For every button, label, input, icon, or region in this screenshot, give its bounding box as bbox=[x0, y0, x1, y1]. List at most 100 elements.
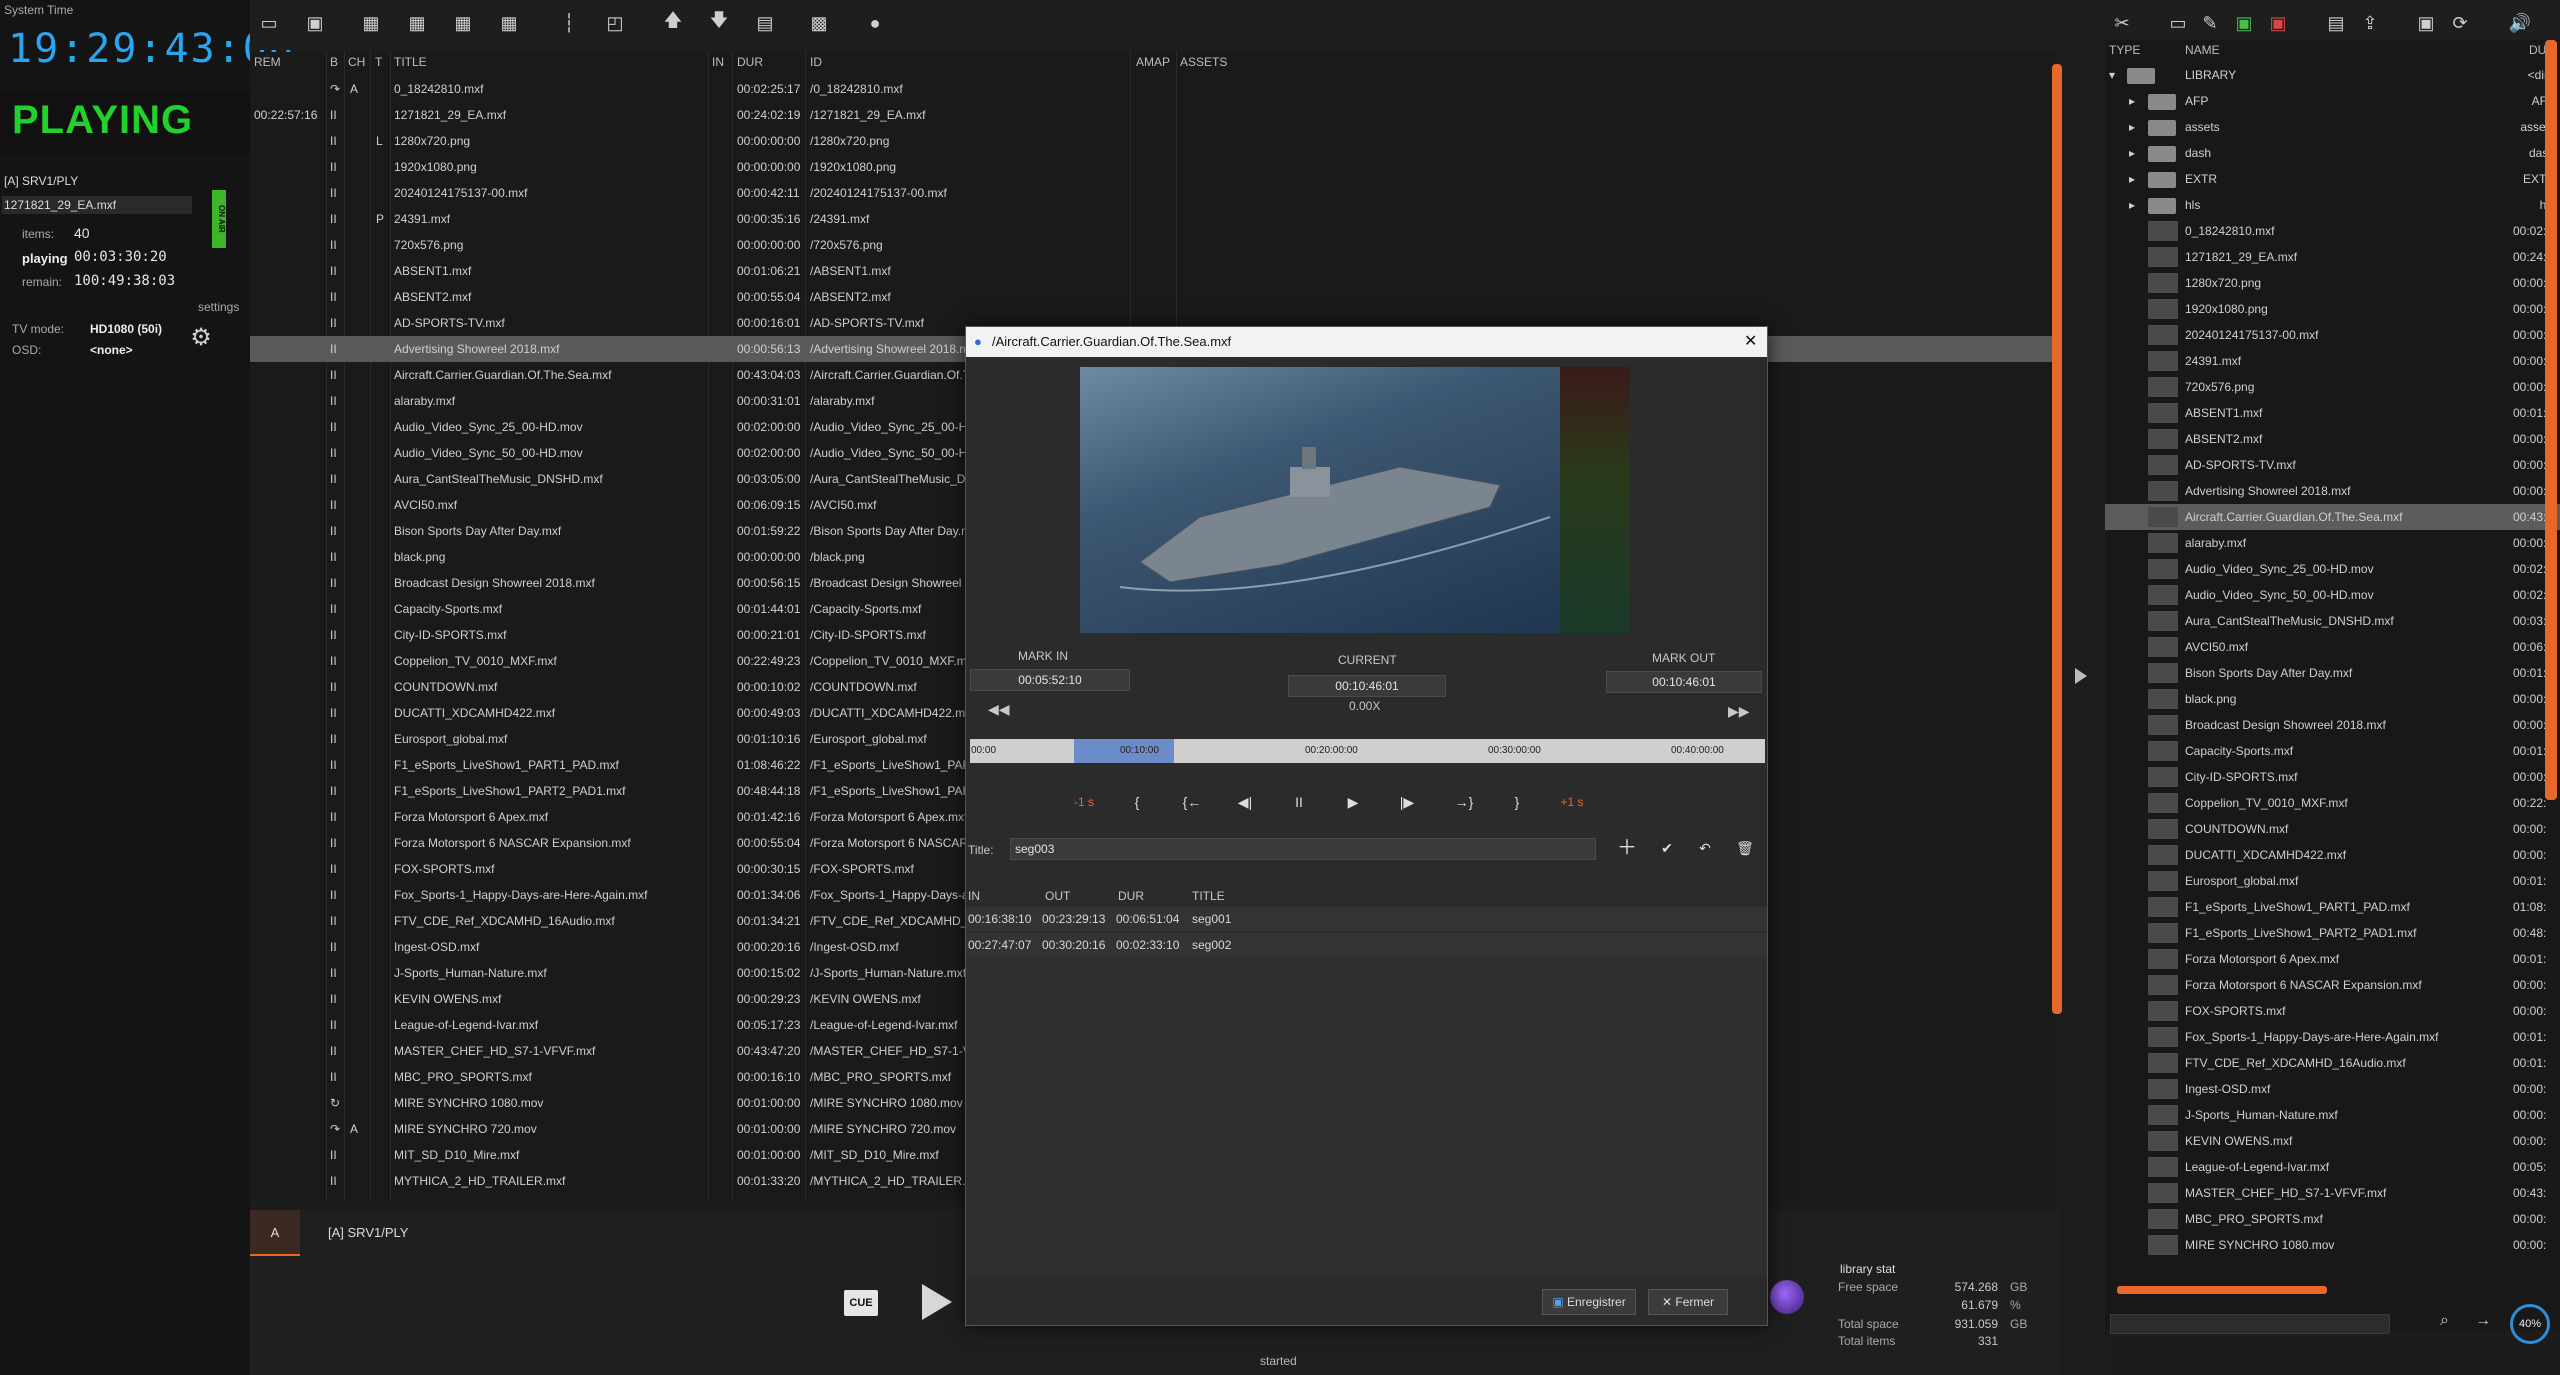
trash-icon[interactable]: 🗑 bbox=[1730, 835, 1760, 861]
library-item[interactable]: MASTER_CHEF_HD_S7-1-VFVF.mxf 00:43: bbox=[2105, 1180, 2560, 1206]
move-down-icon[interactable]: 🡇 bbox=[706, 10, 732, 36]
add-segment-icon[interactable]: ＋ bbox=[1612, 835, 1642, 861]
library-item[interactable]: Advertising Showreel 2018.mxf 00:00: bbox=[2105, 478, 2560, 504]
library-item[interactable]: Forza Motorsport 6 Apex.mxf 00:01: bbox=[2105, 946, 2560, 972]
save-button[interactable]: ▣ Enregistrer bbox=[1542, 1289, 1636, 1315]
library-item[interactable]: FTV_CDE_Ref_XDCAMHD_16Audio.mxf 00:01: bbox=[2105, 1050, 2560, 1076]
library-hscrollbar[interactable] bbox=[2117, 1286, 2327, 1294]
library-item[interactable]: ABSENT1.mxf 00:01: bbox=[2105, 400, 2560, 426]
save-icon[interactable]: ▣ bbox=[302, 10, 328, 36]
channel-tab-name[interactable]: [A] SRV1/PLY bbox=[328, 1210, 408, 1256]
library-item[interactable]: AVCI50.mxf 00:06: bbox=[2105, 634, 2560, 660]
library-item[interactable]: J-Sports_Human-Nature.mxf 00:00: bbox=[2105, 1102, 2560, 1128]
move-up-icon[interactable]: 🡅 bbox=[660, 10, 686, 36]
pause-button[interactable]: II bbox=[1284, 789, 1314, 815]
playlist-row[interactable]: II 720x576.png 00:00:00:00/720x576.png bbox=[250, 232, 2055, 258]
library-folder[interactable]: ▸hlshls bbox=[2105, 192, 2560, 218]
expand-arrow-icon[interactable] bbox=[2075, 668, 2087, 684]
preview-icon[interactable]: ▣ bbox=[2413, 10, 2439, 36]
timeline[interactable]: 00:00 00:10:00 00:20:00:00 00:30:00:00 0… bbox=[970, 739, 1765, 763]
play-button[interactable]: ▶ bbox=[1338, 789, 1368, 815]
library-item[interactable]: alaraby.mxf 00:00: bbox=[2105, 530, 2560, 556]
chevron-right-icon[interactable]: ▸ bbox=[2129, 88, 2135, 114]
step-back-button[interactable]: ◀| bbox=[1230, 789, 1260, 815]
lib-header-type[interactable]: TYPE bbox=[2109, 40, 2140, 60]
playlist-row[interactable]: II ABSENT1.mxf 00:01:06:21/ABSENT1.mxf bbox=[250, 258, 2055, 284]
open-folder-icon[interactable]: ▭ bbox=[256, 10, 282, 36]
library-item[interactable]: 1271821_29_EA.mxf 00:24: bbox=[2105, 244, 2560, 270]
refresh-icon[interactable]: ⟳ bbox=[2447, 10, 2473, 36]
library-item[interactable]: Fox_Sports-1_Happy-Days-are-Here-Again.m… bbox=[2105, 1024, 2560, 1050]
chevron-right-icon[interactable]: ▸ bbox=[2129, 166, 2135, 192]
library-item[interactable]: COUNTDOWN.mxf 00:00: bbox=[2105, 816, 2560, 842]
segment-row[interactable]: 00:27:47:07 00:30:20:16 00:02:33:10 seg002 bbox=[966, 933, 1767, 957]
library-item[interactable]: MBC_PRO_SPORTS.mxf 00:00: bbox=[2105, 1206, 2560, 1232]
rewind-icon[interactable]: ◀◀ bbox=[988, 701, 1010, 718]
delete-media-icon[interactable]: ▣ bbox=[2265, 10, 2291, 36]
library-item[interactable]: 24391.mxf 00:00: bbox=[2105, 348, 2560, 374]
goto-mark-out-button[interactable]: →} bbox=[1446, 789, 1482, 815]
library-item[interactable]: Coppelion_TV_0010_MXF.mxf 00:22: bbox=[2105, 790, 2560, 816]
chevron-right-icon[interactable]: ▸ bbox=[2129, 192, 2135, 218]
folder-icon[interactable]: ▭ bbox=[2165, 10, 2191, 36]
library-item[interactable]: Capacity-Sports.mxf 00:01: bbox=[2105, 738, 2560, 764]
library-item[interactable]: KEVIN OWENS.mxf 00:00: bbox=[2105, 1128, 2560, 1154]
segment-title-input[interactable]: seg003 bbox=[1010, 838, 1596, 860]
volume-icon[interactable]: 🔊 bbox=[2507, 10, 2533, 36]
crop-icon[interactable]: ◰ bbox=[602, 10, 628, 36]
video-icon[interactable]: ▩ bbox=[806, 10, 832, 36]
library-item[interactable]: Aura_CantStealTheMusic_DNSHD.mxf 00:03: bbox=[2105, 608, 2560, 634]
document-icon[interactable]: ▤ bbox=[752, 10, 778, 36]
col-header-assets[interactable]: ASSETS bbox=[1180, 52, 1227, 72]
library-item[interactable]: Audio_Video_Sync_50_00-HD.mov 00:02: bbox=[2105, 582, 2560, 608]
library-folder[interactable]: ▸ dash dash bbox=[2105, 140, 2560, 166]
split-icon[interactable]: ┆ bbox=[556, 10, 582, 36]
library-item[interactable]: DUCATTI_XDCAMHD422.mxf 00:00: bbox=[2105, 842, 2560, 868]
col-header-rem[interactable]: REM bbox=[254, 52, 281, 72]
minus-1s-button[interactable]: -1 s bbox=[1066, 789, 1102, 815]
close-button[interactable]: ✕ Fermer bbox=[1648, 1289, 1728, 1315]
export-icon[interactable]: ⇪ bbox=[2357, 10, 2383, 36]
playlist-row[interactable]: II 20240124175137-00.mxf 00:00:42:11/20240… bbox=[250, 180, 2055, 206]
library-item[interactable]: AD-SPORTS-TV.mxf 00:00: bbox=[2105, 452, 2560, 478]
library-item[interactable]: black.png 00:00: bbox=[2105, 686, 2560, 712]
mark-out-button[interactable]: } bbox=[1502, 789, 1532, 815]
library-item[interactable]: MIRE SYNCHRO 1080.mov 00:00: bbox=[2105, 1232, 2560, 1258]
gear-icon[interactable]: ⚙ bbox=[188, 325, 214, 351]
cue-button[interactable]: CUE bbox=[844, 1290, 878, 1316]
library-item[interactable]: Aircraft.Carrier.Guardian.Of.The.Sea.mxf… bbox=[2105, 504, 2560, 530]
library-item[interactable]: 0_18242810.mxf 00:02: bbox=[2105, 218, 2560, 244]
library-item[interactable]: 1920x1080.png 00:00: bbox=[2105, 296, 2560, 322]
library-item[interactable]: 20240124175137-00.mxf 00:00: bbox=[2105, 322, 2560, 348]
playlist-row[interactable]: II ABSENT2.mxf 00:00:55:04/ABSENT2.mxf bbox=[250, 284, 2055, 310]
col-header-in[interactable]: IN bbox=[712, 52, 724, 72]
lib-header-name[interactable]: NAME bbox=[2185, 40, 2220, 60]
arrow-right-icon[interactable]: → bbox=[2475, 1312, 2491, 1330]
library-item[interactable]: Eurosport_global.mxf 00:01: bbox=[2105, 868, 2560, 894]
confirm-icon[interactable]: ✔ bbox=[1652, 835, 1682, 861]
chevron-right-icon[interactable]: ▸ bbox=[2129, 114, 2135, 140]
mark-in-field[interactable]: 00:05:52:10 bbox=[970, 669, 1130, 691]
col-header-ch[interactable]: CH bbox=[348, 52, 365, 72]
play-icon[interactable] bbox=[922, 1284, 952, 1320]
current-time-field[interactable]: 00:10:46:01 bbox=[1288, 675, 1446, 697]
undo-icon[interactable]: ↶ bbox=[1690, 835, 1720, 861]
col-header-amap[interactable]: AMAP bbox=[1136, 52, 1170, 72]
library-scrollbar[interactable] bbox=[2545, 40, 2557, 800]
library-item[interactable]: Audio_Video_Sync_25_00-HD.mov 00:02: bbox=[2105, 556, 2560, 582]
plus-1s-button[interactable]: +1 s bbox=[1552, 789, 1592, 815]
library-item[interactable]: 720x576.png 00:00: bbox=[2105, 374, 2560, 400]
film-add-icon[interactable]: ▦ bbox=[358, 10, 384, 36]
library-item[interactable]: 1280x720.png 00:00: bbox=[2105, 270, 2560, 296]
close-icon[interactable]: ✕ bbox=[1744, 327, 1757, 357]
library-folder[interactable]: ▸ assets assets bbox=[2105, 114, 2560, 140]
playlist-row[interactable]: 00:22:57:16 II 1271821_29_EA.mxf 00:24:02:1… bbox=[250, 102, 2055, 128]
playlist-row[interactable]: II 1920x1080.png 00:00:00:00/1920x1080.png bbox=[250, 154, 2055, 180]
col-header-dur[interactable]: DUR bbox=[737, 52, 763, 72]
library-item[interactable]: F1_eSports_LiveShow1_PART2_PAD1.mxf 00:48… bbox=[2105, 920, 2560, 946]
library-item[interactable]: F1_eSports_LiveShow1_PART1_PAD.mxf 01:08: bbox=[2105, 894, 2560, 920]
fast-forward-icon[interactable]: ▶▶ bbox=[1728, 703, 1750, 720]
playlist-row[interactable]: II L 1280x720.png 00:00:00:00/1280x720.png bbox=[250, 128, 2055, 154]
library-search-input[interactable] bbox=[2110, 1314, 2390, 1334]
library-folder[interactable]: ▸ EXTR EXTR bbox=[2105, 166, 2560, 192]
